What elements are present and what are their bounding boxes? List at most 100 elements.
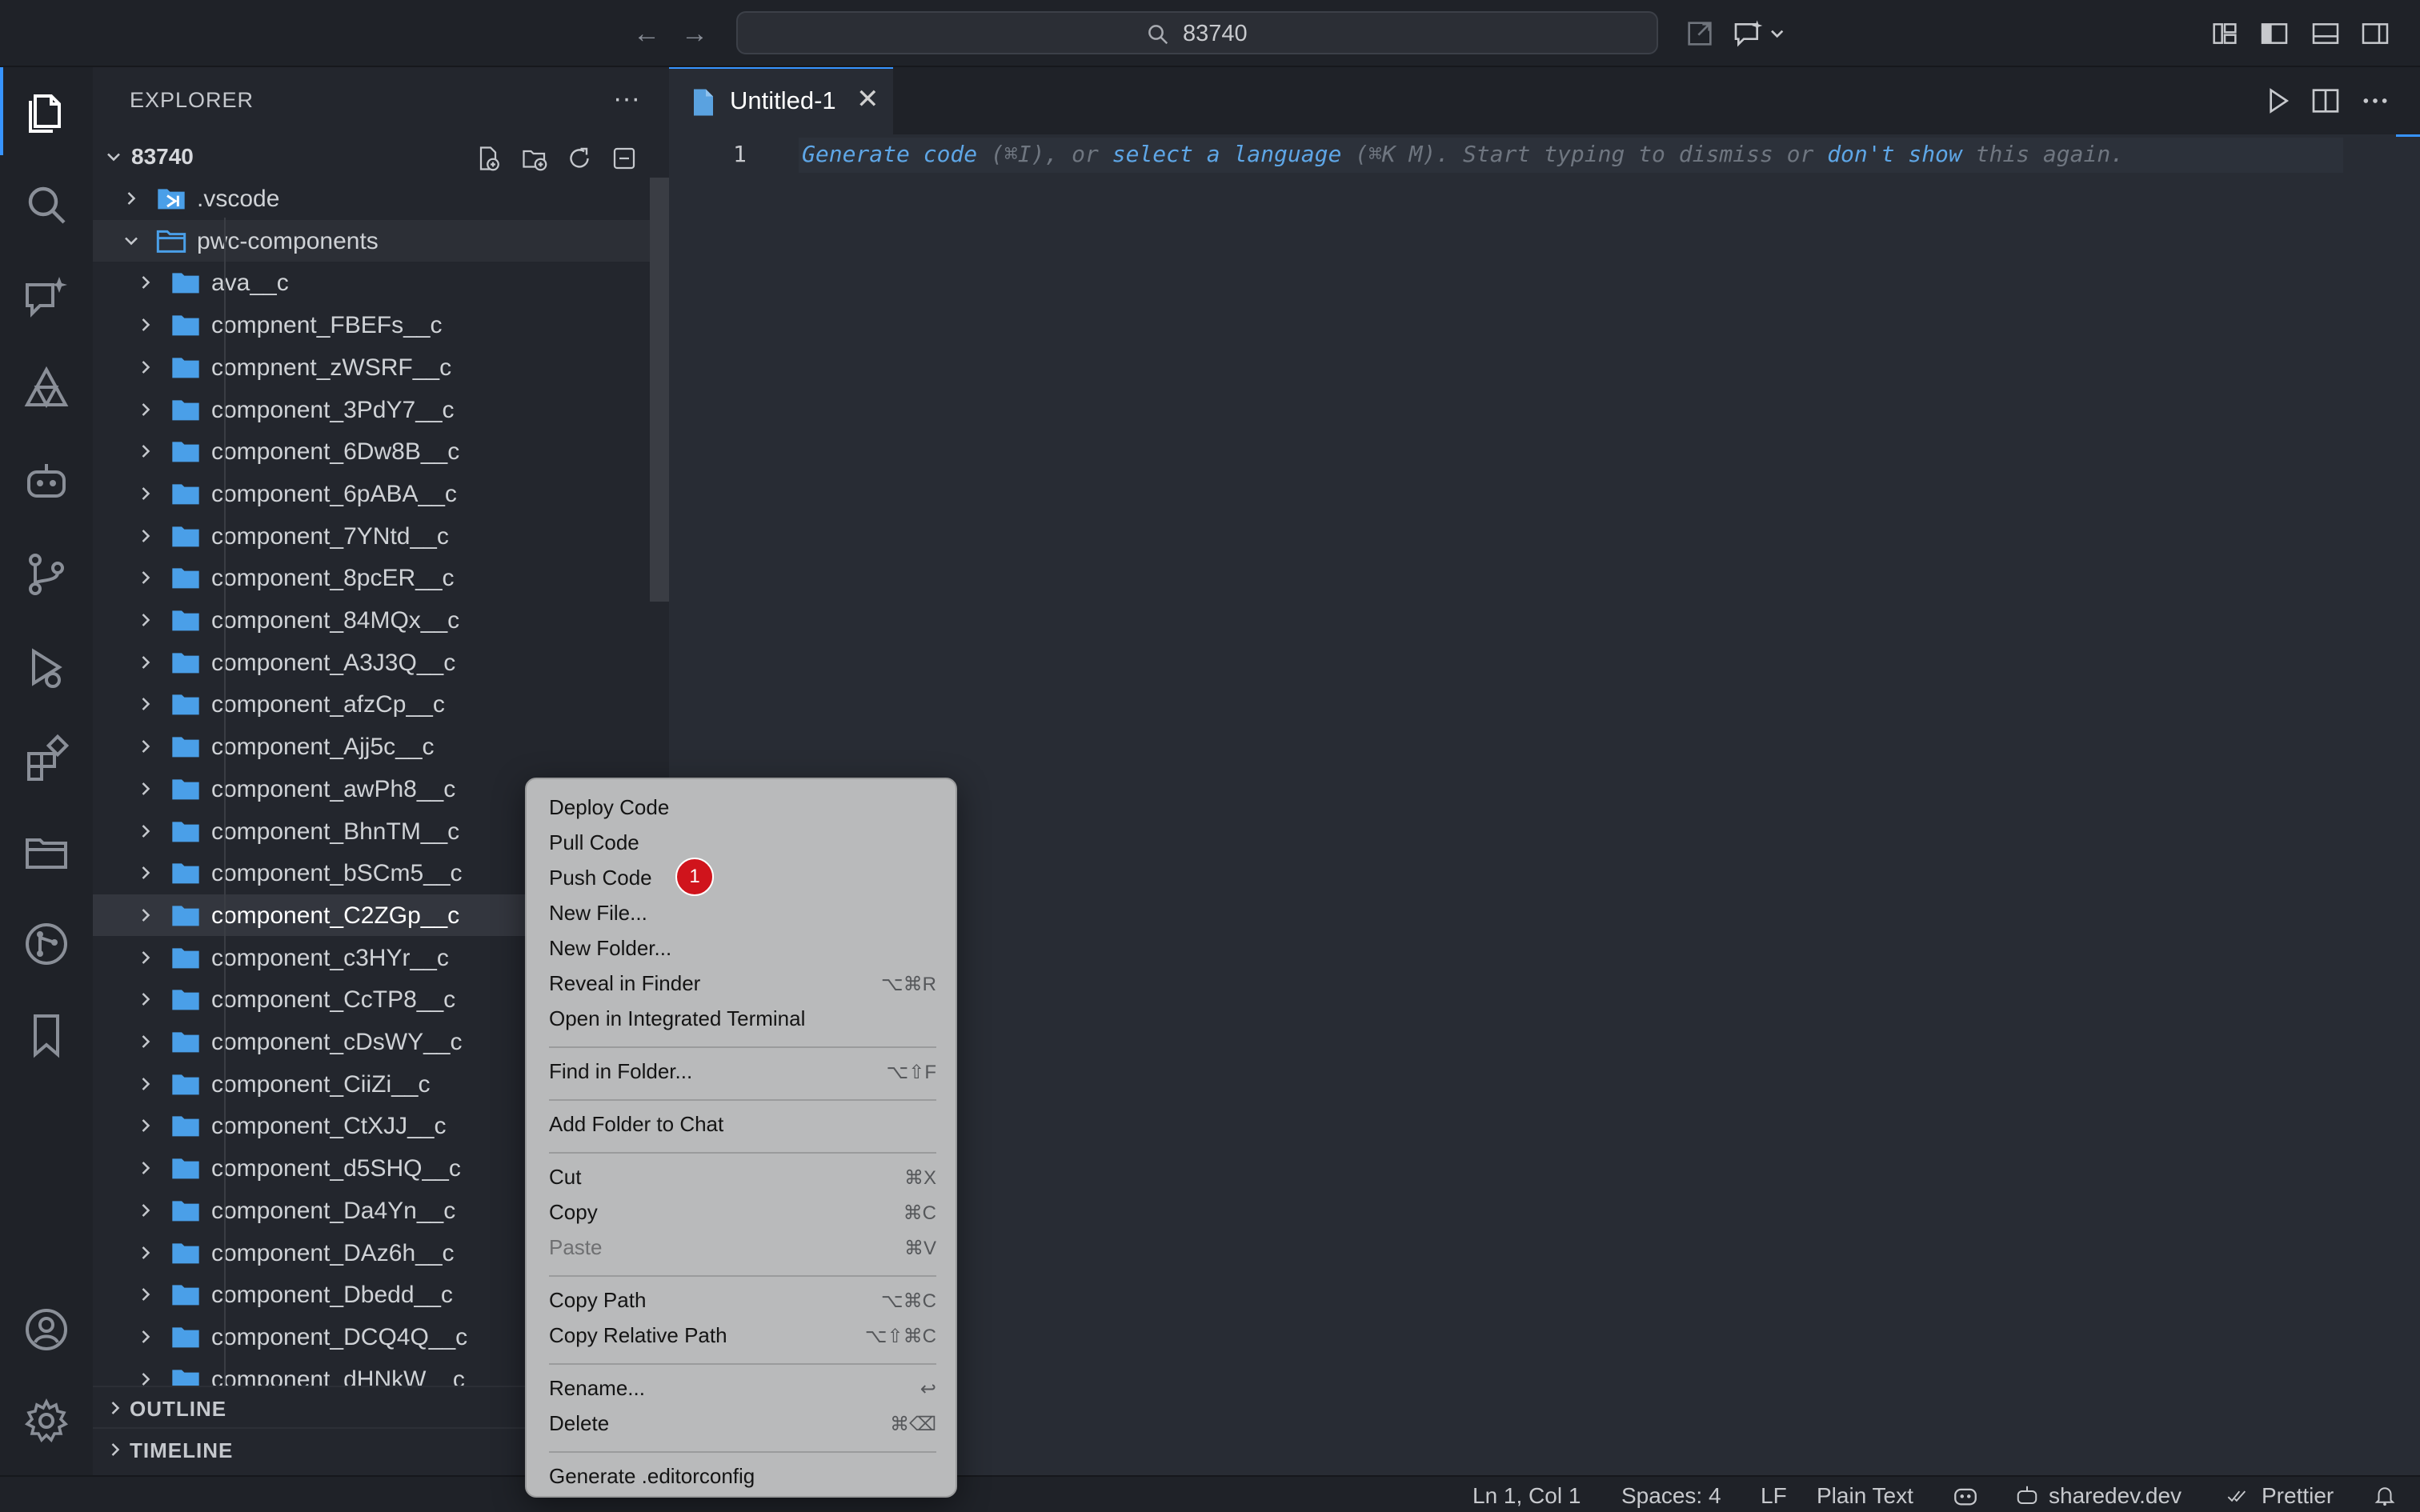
menu-item-copy-relative-path[interactable]: Copy Relative Path ⌥⇧⌘C: [549, 1320, 936, 1352]
tree-item[interactable]: component_6Dw8B__c: [93, 430, 669, 472]
tab-untitled-1[interactable]: Untitled-1 ✕: [669, 67, 893, 134]
tree-item[interactable]: .vscode: [93, 178, 669, 219]
notifications-bell-icon[interactable]: [2372, 1483, 2398, 1507]
cursor-position[interactable]: Ln 1, Col 1: [1472, 1483, 1581, 1509]
folder-icon: [172, 1074, 199, 1095]
scroll-position-marker: [2396, 134, 2420, 137]
menu-item-deploy-code[interactable]: Deploy Code: [549, 792, 936, 824]
sidebar-scrollbar[interactable]: [650, 178, 669, 602]
menu-item-generate-editorconfig[interactable]: Generate .editorconfig: [549, 1461, 936, 1493]
toggle-panel-icon[interactable]: [2310, 18, 2342, 50]
menu-item-copy-path[interactable]: Copy Path ⌥⌘C: [549, 1285, 936, 1317]
run-and-debug-icon[interactable]: [21, 642, 72, 693]
indentation[interactable]: Spaces: 4: [1621, 1483, 1721, 1509]
chevron-right-icon: [142, 951, 150, 964]
git-graph-icon[interactable]: [21, 918, 72, 970]
menu-item-find-in-folder[interactable]: Find in Folder... ⌥⇧F: [549, 1056, 936, 1088]
tree-item[interactable]: ava__c: [93, 262, 669, 303]
tree-item[interactable]: component_3PdY7__c: [93, 389, 669, 430]
sidebar-header: EXPLORER ···: [93, 67, 669, 134]
tree-item-label: component_DAz6h__c: [211, 1240, 455, 1266]
copilot-icon[interactable]: [1951, 1482, 1980, 1509]
menu-item-cut[interactable]: Cut ⌘X: [549, 1162, 936, 1194]
tree-item[interactable]: component_8pcER__c: [93, 557, 669, 598]
copilot-robot-icon[interactable]: [21, 456, 72, 507]
explorer-files-icon[interactable]: [21, 85, 72, 136]
tree-item[interactable]: compnent_zWSRF__c: [93, 346, 669, 388]
end-of-line[interactable]: LF: [1761, 1483, 1787, 1509]
extensions-icon[interactable]: [21, 733, 72, 784]
chevron-right-icon: [142, 1119, 150, 1132]
tree-item[interactable]: component_Ajj5c__c: [93, 726, 669, 767]
language-mode[interactable]: Plain Text: [1817, 1483, 1913, 1509]
empty-editor-hint[interactable]: Generate code (⌘I), or select a language…: [802, 141, 2124, 167]
tree-item-label: component_6pABA__c: [211, 481, 457, 507]
formatter[interactable]: Prettier: [2262, 1483, 2334, 1509]
menu-item-push-code[interactable]: Push Code: [549, 862, 936, 894]
folders-icon[interactable]: [21, 826, 72, 877]
menu-item-new-folder[interactable]: New Folder...: [549, 933, 936, 965]
chevron-right-icon: [142, 530, 150, 542]
tree-item[interactable]: component_afzCp__c: [93, 683, 669, 725]
remote-host[interactable]: sharedev.dev: [2049, 1483, 2182, 1509]
back-arrow-icon[interactable]: ←: [631, 18, 663, 50]
workspace-folder-header[interactable]: 83740: [93, 136, 669, 178]
tree-item[interactable]: component_6pABA__c: [93, 473, 669, 514]
split-editor-icon[interactable]: [2310, 85, 2342, 117]
chat-sparkle-dropdown-icon[interactable]: [1732, 18, 1788, 50]
folder-icon: [172, 400, 199, 421]
close-icon[interactable]: ✕: [856, 83, 879, 115]
new-folder-icon[interactable]: [520, 144, 549, 173]
editor-tab-bar: Untitled-1 ✕: [669, 67, 2420, 134]
tree-item[interactable]: component_84MQx__c: [93, 599, 669, 641]
toggle-primary-sidebar-icon[interactable]: [2258, 18, 2290, 50]
forward-arrow-icon[interactable]: →: [679, 18, 711, 50]
collapse-all-icon[interactable]: [610, 144, 639, 173]
settings-gear-icon[interactable]: [21, 1395, 72, 1446]
chat-sparkle-icon[interactable]: [21, 270, 72, 322]
menu-item-copy[interactable]: Copy ⌘C: [549, 1197, 936, 1229]
menu-item-label: Cut: [549, 1165, 582, 1189]
menu-item-reveal-in-finder[interactable]: Reveal in Finder ⌥⌘R: [549, 968, 936, 1000]
menu-item-delete[interactable]: Delete ⌘⌫: [549, 1408, 936, 1440]
line-number: 1: [733, 141, 747, 167]
menu-separator: [549, 1046, 936, 1048]
menu-separator: [549, 1152, 936, 1154]
title-bar: ← → 83740: [0, 0, 2420, 67]
generate-code-link[interactable]: Generate code: [802, 141, 977, 167]
tree-item[interactable]: compnent_FBEFs__c: [93, 304, 669, 346]
customize-layout-icon[interactable]: [2209, 18, 2241, 50]
menu-item-pull-code[interactable]: Pull Code: [549, 827, 936, 859]
search-icon[interactable]: [21, 179, 72, 230]
new-file-icon[interactable]: [474, 144, 503, 173]
chevron-right-icon: [142, 1288, 150, 1301]
toggle-secondary-sidebar-icon[interactable]: [2359, 18, 2391, 50]
tree-item[interactable]: component_7YNtd__c: [93, 515, 669, 557]
tree-item-label: component_c3HYr__c: [211, 945, 449, 971]
menu-item-label: New File...: [549, 901, 647, 925]
tab-label: Untitled-1: [730, 86, 836, 114]
chevron-down-icon: [125, 237, 138, 246]
more-actions-icon[interactable]: [2359, 85, 2391, 117]
dont-show-link[interactable]: don't show: [1827, 141, 1962, 167]
account-icon[interactable]: [21, 1304, 72, 1355]
refresh-icon[interactable]: [565, 144, 594, 173]
source-control-icon[interactable]: [21, 549, 72, 600]
tree-item[interactable]: component_A3J3Q__c: [93, 642, 669, 683]
tree-item-label: component_d5SHQ__c: [211, 1155, 461, 1182]
bookmark-icon[interactable]: [21, 1010, 72, 1061]
open-external-icon[interactable]: [1684, 18, 1716, 50]
chevron-right-icon: [142, 740, 150, 753]
menu-item-add-folder-to-chat[interactable]: Add Folder to Chat: [549, 1109, 936, 1141]
menu-item-new-file[interactable]: New File...: [549, 898, 936, 930]
menu-item-rename[interactable]: Rename... ↩: [549, 1373, 936, 1405]
select-language-link[interactable]: select a language: [1112, 141, 1342, 167]
tree-item[interactable]: pwc-components: [93, 220, 669, 262]
menu-item-shortcut: ↩: [920, 1378, 936, 1400]
command-center-search[interactable]: 83740: [736, 11, 1658, 54]
chevron-right-icon: [142, 698, 150, 710]
triangle-logo-icon[interactable]: [21, 363, 72, 414]
more-actions-icon[interactable]: ···: [613, 83, 640, 114]
run-icon[interactable]: [2262, 85, 2294, 117]
menu-item-open-in-integrated-terminal[interactable]: Open in Integrated Terminal: [549, 1003, 936, 1035]
